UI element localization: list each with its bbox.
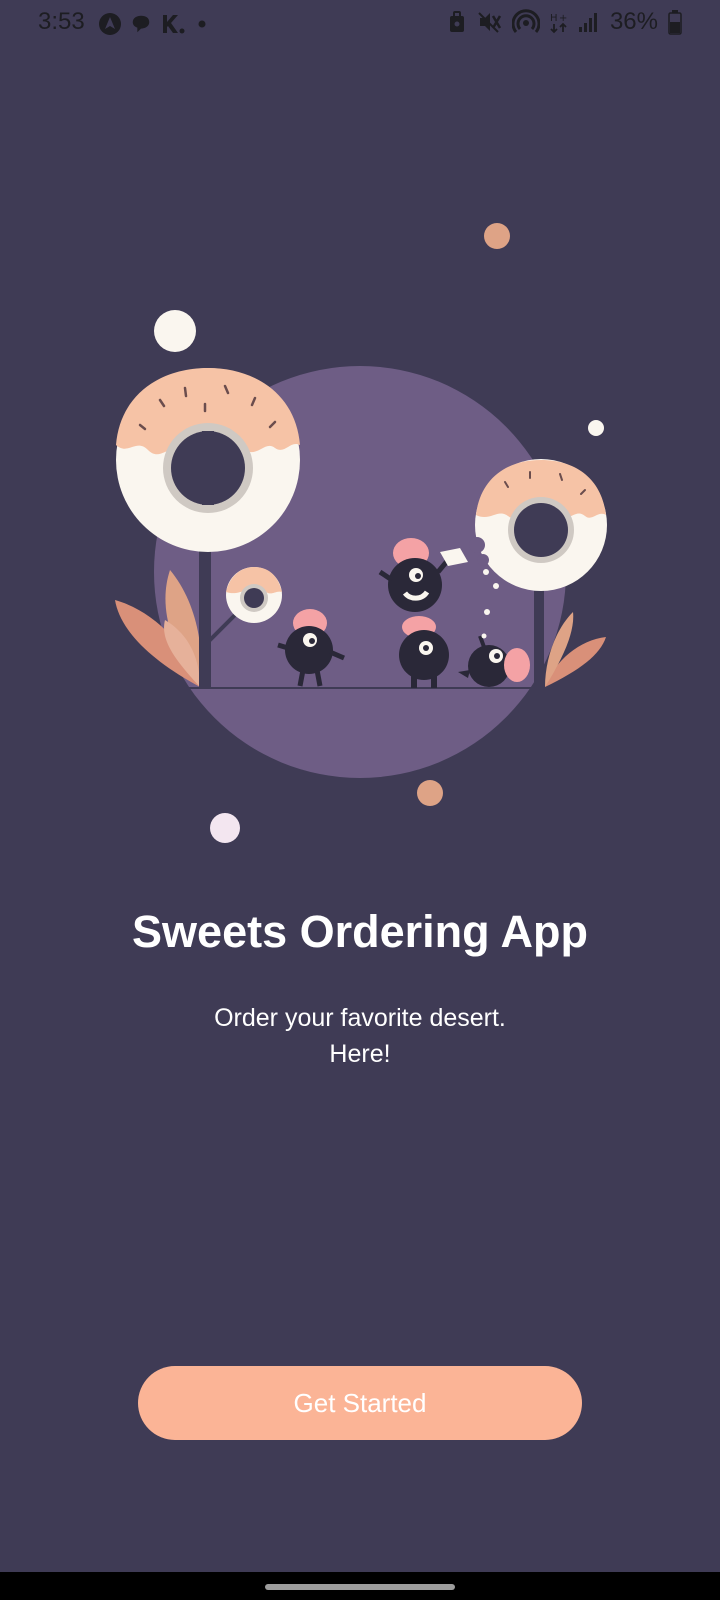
k-icon [163, 15, 185, 34]
battery-percent: 36% [609, 8, 658, 35]
app-subtitle: Order your favorite desert. Here! [0, 1000, 720, 1072]
status-bar: 3:53 H + 36% [0, 0, 720, 46]
svg-text:H: H [550, 13, 558, 24]
chat-icon [132, 15, 150, 33]
floating-dot [588, 420, 604, 436]
mute-icon [478, 12, 502, 33]
status-time: 3:53 [38, 8, 85, 35]
navigation-bar [0, 1572, 720, 1600]
hotspot-icon [511, 9, 540, 33]
dot-icon [198, 20, 206, 28]
signal-icon [578, 13, 597, 32]
onboarding-screen: 3:53 H + 36% Sweets Ordering App Order y… [0, 0, 720, 1600]
floating-dot [210, 813, 240, 843]
svg-text:+: + [559, 13, 567, 24]
donut-large [116, 368, 300, 552]
security-icon [449, 11, 464, 32]
data-icon: H + [550, 13, 567, 34]
subtitle-line-1: Order your favorite desert. [214, 1004, 506, 1032]
onboarding-illustration [115, 223, 607, 843]
get-started-button[interactable]: Get Started [138, 1366, 582, 1440]
floating-dot [484, 223, 510, 249]
battery-icon [668, 10, 682, 35]
floating-dot [154, 310, 196, 352]
donut-small [226, 567, 282, 623]
navigation-icon [99, 13, 121, 35]
floating-dot [417, 780, 443, 806]
app-title: Sweets Ordering App [132, 906, 588, 957]
home-indicator[interactable] [265, 1584, 455, 1590]
notification-icons [98, 12, 210, 36]
system-status: H + 36% [448, 8, 682, 36]
subtitle-line-2: Here! [329, 1040, 391, 1068]
